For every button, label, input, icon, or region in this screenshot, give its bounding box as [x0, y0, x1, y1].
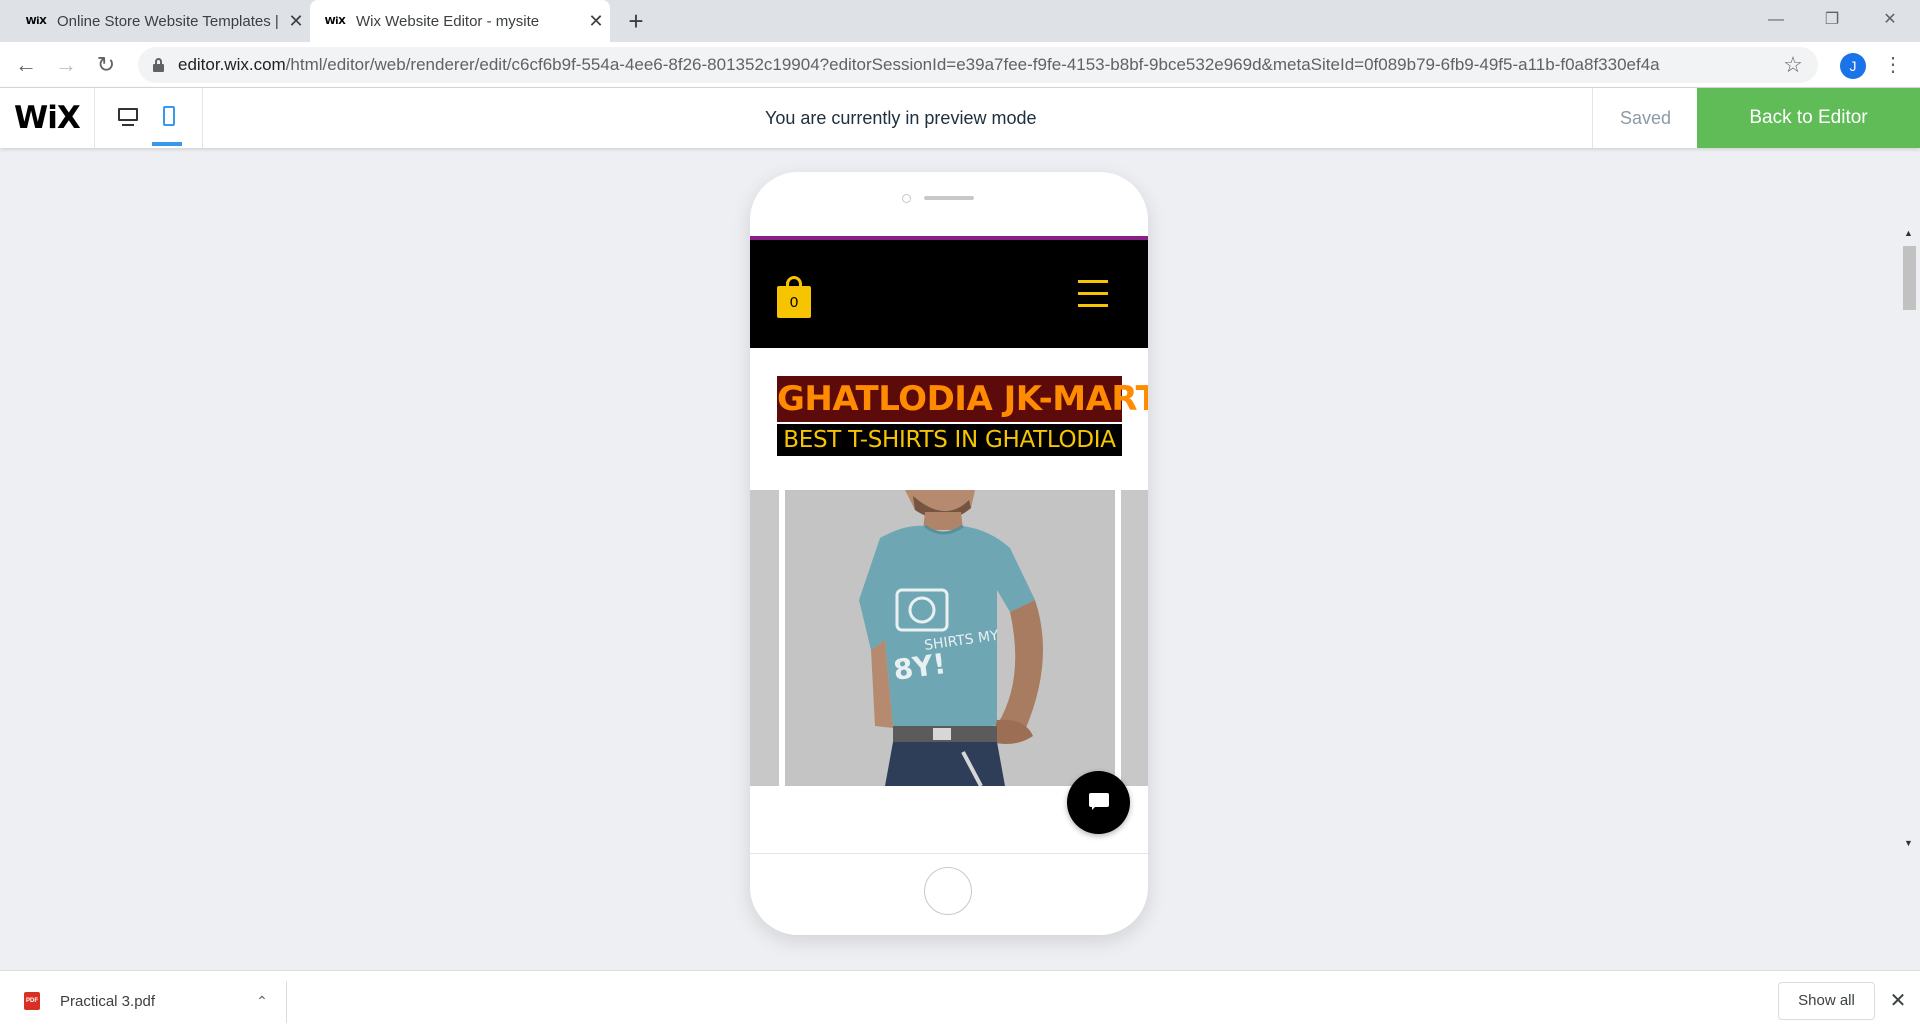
hamburger-menu-icon[interactable]	[1078, 280, 1108, 308]
back-to-editor-button[interactable]: Back to Editor	[1697, 88, 1920, 148]
tab-title: Online Store Website Templates |	[57, 12, 279, 30]
minimize-window-icon[interactable]: —	[1748, 4, 1804, 36]
browser-menu-icon[interactable]: ⋮	[1880, 50, 1906, 80]
download-bar: PDF Practical 3.pdf ⌃ Show all ✕	[0, 970, 1920, 1030]
site-title: GHATLODIA JK-MART	[777, 376, 1148, 422]
restore-window-icon[interactable]: ❐	[1804, 4, 1860, 36]
phone-speaker	[924, 196, 974, 200]
back-arrow-icon[interactable]: ←	[10, 49, 42, 81]
shopping-cart-icon[interactable]: 0	[777, 276, 811, 318]
divider	[202, 88, 203, 148]
scroll-down-arrow-icon[interactable]: ▼	[1904, 838, 1913, 848]
phone-home-button	[924, 867, 972, 915]
gallery-prev-slide[interactable]	[750, 490, 779, 786]
tshirt-model-illustration: SHIRTS MY 8Y!	[785, 490, 1115, 786]
vertical-scrollbar-thumb[interactable]	[1903, 246, 1916, 310]
gallery-next-slide[interactable]	[1121, 490, 1148, 786]
browser-toolbar: ← → ↻ editor.wix.com/html/editor/web/ren…	[0, 42, 1920, 88]
wix-favicon-icon: WiX	[324, 15, 346, 27]
gallery-image[interactable]: SHIRTS MY 8Y!	[785, 490, 1115, 786]
close-window-icon[interactable]: ✕	[1862, 4, 1918, 36]
desktop-view-icon[interactable]	[116, 106, 144, 130]
screen-bottom-edge	[750, 853, 1148, 854]
site-header: 0	[750, 240, 1148, 348]
url-text[interactable]: editor.wix.com/html/editor/web/renderer/…	[178, 55, 1778, 75]
site-preview-screen: 0 GHATLODIA JK-MART BEST T-SHIRTS IN GHA…	[750, 222, 1148, 854]
divider	[94, 88, 95, 148]
chat-button[interactable]	[1067, 771, 1130, 834]
lock-icon[interactable]	[152, 58, 166, 72]
scroll-up-arrow-icon[interactable]: ▲	[1904, 228, 1913, 238]
mobile-view-icon[interactable]	[152, 106, 186, 146]
wix-logo: WiX	[14, 100, 81, 136]
saved-status: Saved	[1620, 108, 1672, 128]
divider	[1592, 88, 1593, 148]
close-tab-icon[interactable]: ✕	[582, 11, 610, 32]
profile-avatar[interactable]: J	[1840, 53, 1866, 79]
chevron-up-icon[interactable]: ⌃	[250, 993, 274, 1010]
divider	[286, 981, 287, 1023]
phone-camera	[902, 194, 911, 203]
new-tab-button[interactable]: +	[620, 5, 652, 37]
download-file-name: Practical 3.pdf	[60, 992, 156, 1010]
tab-wix-editor[interactable]: WiX Wix Website Editor - mysite ✕	[310, 0, 610, 42]
forward-arrow-icon[interactable]: →	[50, 49, 82, 81]
browser-tab-strip: WiX Online Store Website Templates | ✕ W…	[0, 0, 1920, 42]
address-bar[interactable]: editor.wix.com/html/editor/web/renderer/…	[138, 47, 1818, 83]
close-download-bar-icon[interactable]: ✕	[1884, 985, 1912, 1017]
reload-icon[interactable]: ↻	[90, 49, 122, 81]
tab-title: Wix Website Editor - mysite	[356, 12, 540, 30]
wix-favicon-icon: WiX	[25, 15, 47, 27]
preview-mode-message: You are currently in preview mode	[765, 108, 1037, 128]
url-domain: editor.wix.com	[178, 55, 286, 74]
site-subtitle: BEST T-SHIRTS IN GHATLODIA	[777, 424, 1122, 456]
close-tab-icon[interactable]: ✕	[282, 11, 310, 32]
tab-online-store-templates[interactable]: WiX Online Store Website Templates | ✕	[0, 0, 310, 42]
pdf-file-icon: PDF	[24, 992, 40, 1010]
show-all-downloads-button[interactable]: Show all	[1778, 982, 1875, 1020]
download-item[interactable]: PDF Practical 3.pdf ⌃	[24, 985, 274, 1017]
wix-preview-bar: WiX You are currently in preview mode Sa…	[0, 88, 1920, 148]
bookmark-star-icon[interactable]: ☆	[1778, 52, 1808, 78]
url-path: /html/editor/web/renderer/edit/c6cf6b9f-…	[285, 55, 1660, 74]
product-gallery[interactable]: SHIRTS MY 8Y!	[750, 490, 1148, 786]
cart-count: 0	[777, 286, 811, 318]
